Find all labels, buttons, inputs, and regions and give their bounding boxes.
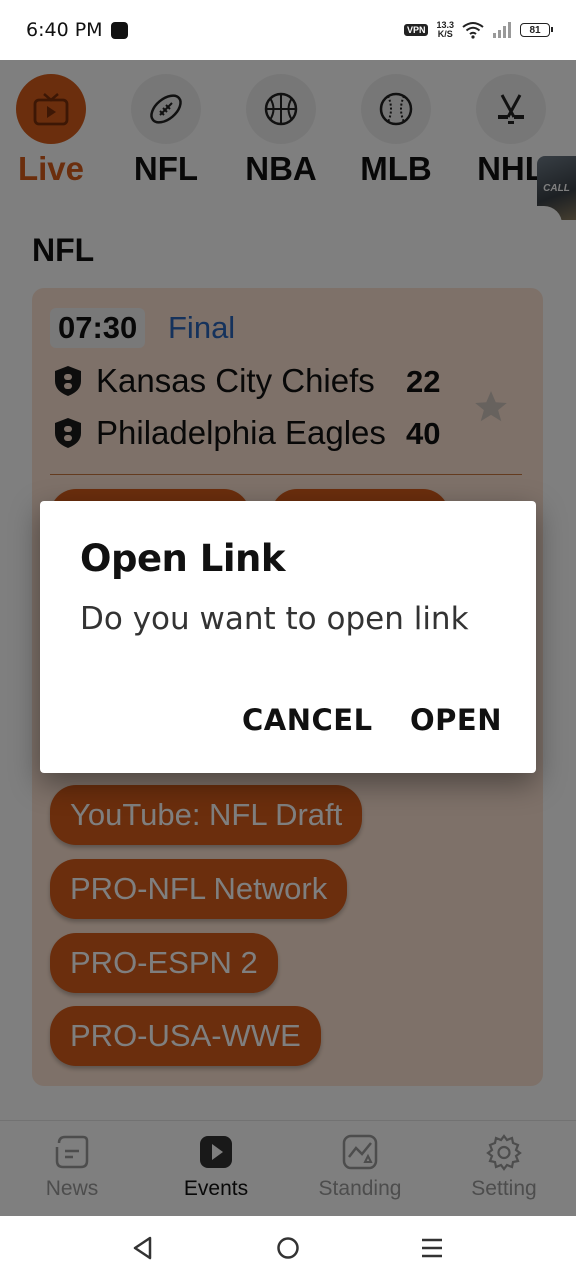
back-icon[interactable] [132,1236,154,1260]
system-nav-bar [0,1216,576,1280]
recents-icon[interactable] [420,1236,444,1260]
battery-level: 81 [529,24,541,36]
dialog-message: Do you want to open link [80,601,469,637]
open-button[interactable]: OPEN [410,703,502,737]
home-icon[interactable] [276,1236,300,1260]
status-time: 6:40 PM [26,19,103,41]
notification-icon [110,21,128,39]
signal-icon [493,22,511,38]
wifi-icon [462,22,484,39]
battery-icon: 81 [520,23,553,37]
dialog-title: Open Link [80,537,285,580]
status-indicators: VPN 13.3 K/S 81 [403,21,553,39]
cancel-button[interactable]: CANCEL [242,703,373,737]
network-speed-unit: K/S [437,29,453,39]
status-bar: 6:40 PM VPN 13.3 K/S 81 [0,0,576,60]
network-speed: 13.3 K/S [436,21,454,39]
open-link-dialog: Open Link Do you want to open link CANCE… [40,501,536,773]
vpn-icon: VPN [403,24,429,36]
